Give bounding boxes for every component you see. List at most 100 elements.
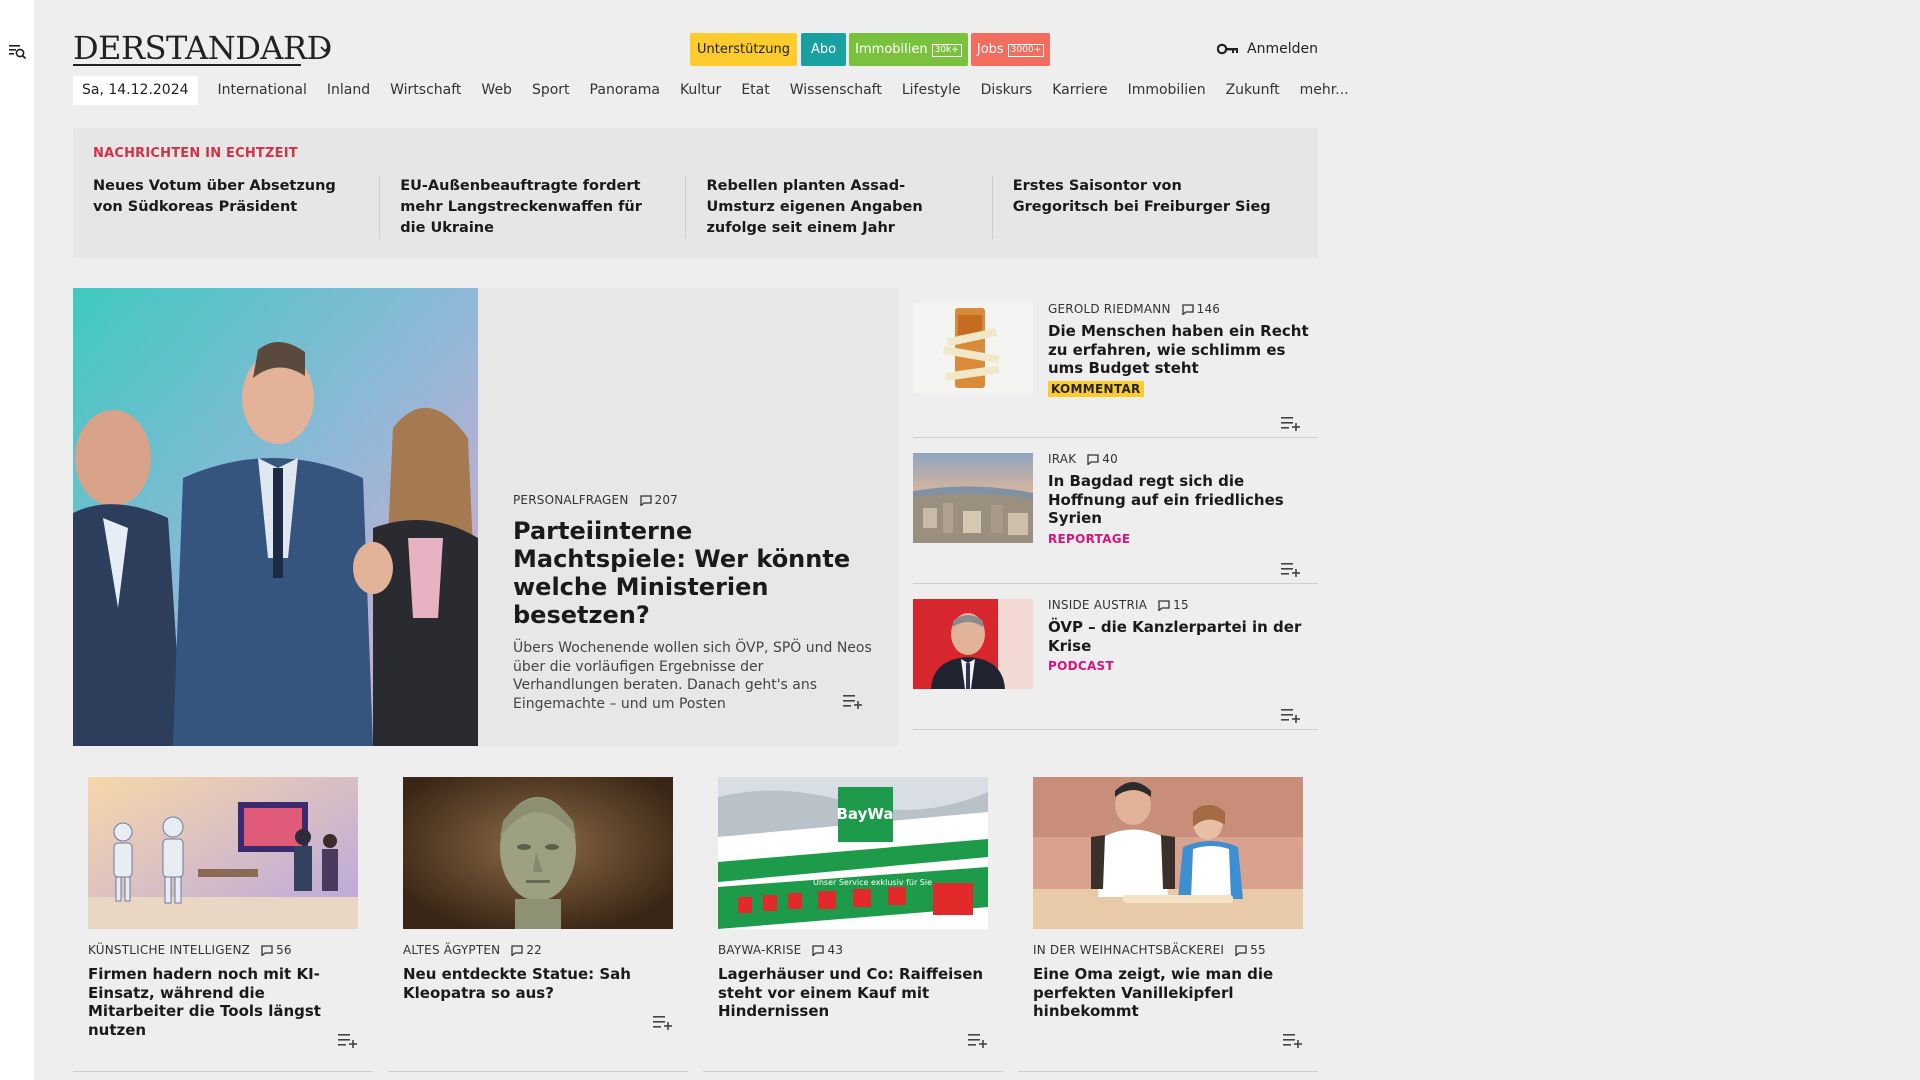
card-headline[interactable]: Lagerhäuser und Co: Raiffeisen steht vor… xyxy=(718,965,988,1021)
live-news-title: NACHRICHTEN IN ECHTZEIT xyxy=(93,146,298,161)
comment-count-value: 40 xyxy=(1102,452,1118,466)
article-type-tag: KOMMENTAR xyxy=(1048,380,1144,397)
add-to-list-icon[interactable] xyxy=(843,693,863,709)
nav-item-inland[interactable]: Inland xyxy=(327,82,370,98)
nav-item-international[interactable]: International xyxy=(218,82,307,98)
live-news-item[interactable]: EU-Außenbeauftragte fordert mehr Langstr… xyxy=(379,176,685,239)
nav-item-web[interactable]: Web xyxy=(481,82,512,98)
article-thumbnail[interactable] xyxy=(913,303,1033,393)
live-news-item[interactable]: Erstes Saisontor von Gregoritsch bei Fre… xyxy=(991,176,1298,239)
comment-count[interactable]: 207 xyxy=(639,493,679,507)
side-kicker: GEROLD RIEDMANN 146 xyxy=(1048,302,1318,316)
immobilien-badge: 30k+ xyxy=(931,44,962,57)
chevron-down-icon[interactable] xyxy=(319,44,331,54)
jobs-button[interactable]: Jobs 3000+ xyxy=(971,33,1050,66)
abo-button[interactable]: Abo xyxy=(801,33,846,66)
side-article-list: GEROLD RIEDMANN 146 Die Menschen haben e… xyxy=(913,288,1318,730)
side-headline[interactable]: Die Menschen haben ein Recht zu erfahren… xyxy=(1048,322,1318,378)
card-kicker: ALTES ÄGYPTEN 22 xyxy=(403,943,673,957)
article-image[interactable]: BayWa Unser Service exklusiv für Sie xyxy=(718,777,988,929)
nav-item-immobilien[interactable]: Immobilien xyxy=(1128,82,1206,98)
site-logo[interactable]: DERSTANDARD xyxy=(73,30,332,66)
comment-count-value: 207 xyxy=(654,493,679,507)
article-thumbnail[interactable] xyxy=(913,599,1033,689)
add-to-list-icon[interactable] xyxy=(1281,561,1301,577)
side-category: IRAK xyxy=(1048,452,1077,466)
side-headline[interactable]: In Bagdad regt sich die Hoffnung auf ein… xyxy=(1048,472,1318,528)
comment-count[interactable]: 43 xyxy=(812,943,843,957)
side-headline[interactable]: ÖVP – die Kanzlerpartei in der Krise xyxy=(1048,618,1318,655)
card-kicker: KÜNSTLICHE INTELLIGENZ 56 xyxy=(88,943,358,957)
nav-item-more[interactable]: mehr... xyxy=(1300,82,1349,98)
nav-item-sport[interactable]: Sport xyxy=(532,82,570,98)
support-button[interactable]: Unterstützung xyxy=(690,33,797,66)
side-article[interactable]: IRAK 40 In Bagdad regt sich die Hoffnung… xyxy=(913,438,1318,584)
login-label: Anmelden xyxy=(1247,41,1318,57)
nav-item-panorama[interactable]: Panorama xyxy=(590,82,660,98)
article-card[interactable]: BayWa Unser Service exklusiv für Sie BAY… xyxy=(703,762,1003,1072)
comment-count[interactable]: 146 xyxy=(1181,302,1221,316)
baywa-banner-text: Unser Service exklusiv für Sie xyxy=(813,878,932,887)
card-category: ALTES ÄGYPTEN xyxy=(403,943,501,957)
comment-icon xyxy=(1158,599,1170,611)
add-to-list-icon[interactable] xyxy=(968,1032,988,1048)
add-to-list-icon[interactable] xyxy=(1281,707,1301,723)
comment-count-value: 22 xyxy=(526,943,543,957)
hero-headline[interactable]: Parteiinterne Machtspiele: Wer könnte we… xyxy=(513,517,873,629)
nav-item-wissenschaft[interactable]: Wissenschaft xyxy=(790,82,882,98)
comment-icon xyxy=(639,494,652,506)
comment-count[interactable]: 55 xyxy=(1235,943,1266,957)
add-to-list-icon[interactable] xyxy=(338,1032,358,1048)
article-image[interactable] xyxy=(88,777,358,929)
article-card[interactable]: IN DER WEIHNACHTSBÄCKEREI 55 Eine Oma ze… xyxy=(1018,762,1318,1072)
card-category: KÜNSTLICHE INTELLIGENZ xyxy=(88,943,251,957)
jobs-badge: 3000+ xyxy=(1007,44,1045,57)
article-type-tag: REPORTAGE xyxy=(1048,531,1131,546)
add-to-list-icon[interactable] xyxy=(653,1014,673,1030)
comment-count[interactable]: 56 xyxy=(261,943,292,957)
comment-count[interactable]: 22 xyxy=(511,943,542,957)
immobilien-button[interactable]: Immobilien 30k+ xyxy=(849,33,968,66)
comment-count[interactable]: 15 xyxy=(1158,598,1189,612)
main-navigation: Sa, 14.12.2024 International Inland Wirt… xyxy=(73,75,1369,105)
article-image[interactable] xyxy=(1033,777,1303,929)
jobs-label: Jobs xyxy=(976,42,1004,57)
card-headline[interactable]: Neu entdeckte Statue: Sah Kleopatra so a… xyxy=(403,965,673,1002)
nav-item-etat[interactable]: Etat xyxy=(741,82,769,98)
hero-image[interactable] xyxy=(73,288,478,746)
side-article[interactable]: INSIDE AUSTRIA 15 ÖVP – die Kanzlerparte… xyxy=(913,584,1318,730)
side-article[interactable]: GEROLD RIEDMANN 146 Die Menschen haben e… xyxy=(913,288,1318,438)
nav-item-zukunft[interactable]: Zukunft xyxy=(1226,82,1280,98)
article-card[interactable]: KÜNSTLICHE INTELLIGENZ 56 Firmen hadern … xyxy=(73,762,373,1072)
side-kicker: IRAK 40 xyxy=(1048,452,1318,466)
login-button[interactable]: Anmelden xyxy=(1217,38,1318,60)
comment-count[interactable]: 40 xyxy=(1087,452,1118,466)
article-image[interactable] xyxy=(403,777,673,929)
comment-icon xyxy=(511,944,523,956)
hero-article[interactable]: PERSONALFRAGEN 207 Parteiinterne Machtsp… xyxy=(73,288,898,746)
menu-search-icon[interactable] xyxy=(9,44,27,60)
nav-item-kultur[interactable]: Kultur xyxy=(680,82,721,98)
card-headline[interactable]: Firmen hadern noch mit KI-Einsatz, währe… xyxy=(88,965,358,1039)
article-grid: KÜNSTLICHE INTELLIGENZ 56 Firmen hadern … xyxy=(73,762,1318,1080)
baywa-sign-text: BayWa xyxy=(836,805,893,823)
side-kicker: INSIDE AUSTRIA 15 xyxy=(1048,598,1318,612)
comment-count-value: 15 xyxy=(1173,598,1189,612)
comment-count-value: 43 xyxy=(827,943,844,957)
comment-count-value: 146 xyxy=(1196,302,1221,316)
live-news-item[interactable]: Neues Votum über Absetzung von Südkoreas… xyxy=(93,176,379,239)
add-to-list-icon[interactable] xyxy=(1281,415,1301,431)
comment-icon xyxy=(812,944,825,956)
article-card[interactable]: ALTES ÄGYPTEN 22 Neu entdeckte Statue: S… xyxy=(388,762,688,1072)
logo-underline xyxy=(73,64,301,66)
add-to-list-icon[interactable] xyxy=(1283,1032,1303,1048)
article-thumbnail[interactable] xyxy=(913,453,1033,543)
nav-item-karriere[interactable]: Karriere xyxy=(1052,82,1107,98)
hero-teaser: Übers Wochenende wollen sich ÖVP, SPÖ un… xyxy=(513,640,872,712)
nav-item-lifestyle[interactable]: Lifestyle xyxy=(902,82,961,98)
card-headline[interactable]: Eine Oma zeigt, wie man die perfekten Va… xyxy=(1033,965,1303,1021)
live-news-item[interactable]: Rebellen planten Assad-Umsturz ei­genen … xyxy=(685,176,991,239)
nav-item-diskurs[interactable]: Diskurs xyxy=(981,82,1033,98)
nav-item-wirtschaft[interactable]: Wirtschaft xyxy=(390,82,461,98)
comment-count-value: 55 xyxy=(1250,943,1266,957)
